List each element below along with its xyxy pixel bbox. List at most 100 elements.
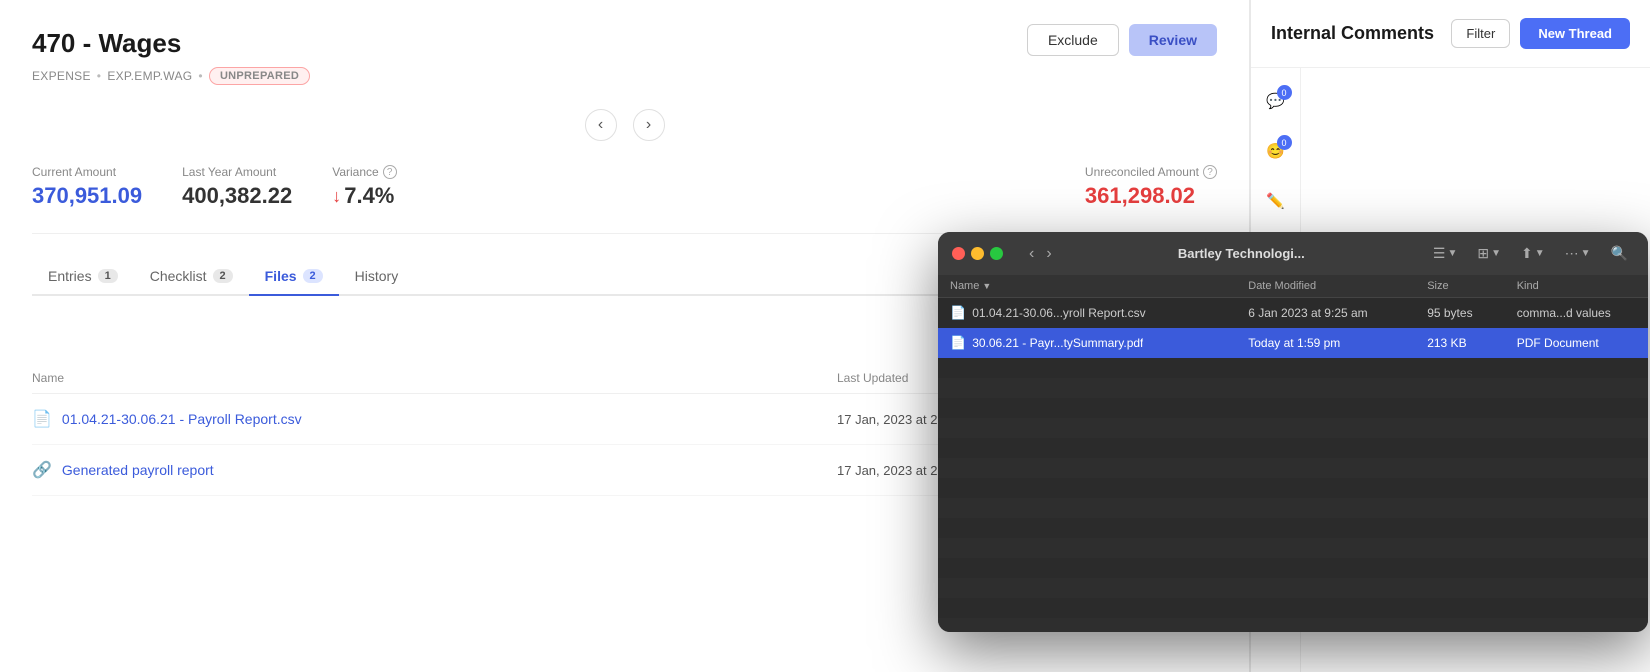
next-arrow[interactable]: › (633, 109, 665, 141)
finder-empty-row (938, 438, 1648, 458)
finder-empty-row (938, 418, 1648, 438)
unreconciled-value: 361,298.02 (1085, 183, 1217, 209)
prev-arrow[interactable]: ‹ (585, 109, 617, 141)
finder-empty-row (938, 378, 1648, 398)
finder-search-button[interactable]: 🔍 (1605, 242, 1634, 265)
finder-kind: comma...d values (1517, 306, 1636, 320)
finder-list-view-button[interactable]: ☰ ▼ (1427, 242, 1463, 265)
finder-toolbar-right: ☰ ▼ ⊞ ▼ ⬆ ▼ ⋯ ▼ 🔍 (1427, 242, 1634, 265)
entries-badge: 1 (98, 269, 118, 283)
finder-empty-row (938, 398, 1648, 418)
traffic-lights (952, 247, 1003, 260)
variance-arrow-icon: ↓ (332, 186, 341, 207)
nav-arrows: ‹ › (32, 109, 1217, 141)
finder-empty-row (938, 538, 1648, 558)
finder-file-name: 01.04.21-30.06...yroll Report.csv (972, 306, 1145, 320)
file-link[interactable]: Generated payroll report (62, 462, 214, 478)
variance-value: ↓ 7.4% (332, 183, 396, 209)
finder-row[interactable]: 📄 30.06.21 - Payr...tySummary.pdf Today … (938, 328, 1648, 358)
current-amount-label: Current Amount (32, 165, 142, 179)
finder-file-name: 30.06.21 - Payr...tySummary.pdf (972, 336, 1143, 350)
finder-size: 213 KB (1427, 336, 1516, 350)
breadcrumb: EXPENSE • EXP.EMP.WAG • Unprepared (32, 67, 1217, 85)
variance-help-icon[interactable]: ? (383, 165, 397, 179)
chevron-down-icon-2: ▼ (1491, 248, 1501, 259)
exclude-button[interactable]: Exclude (1027, 24, 1119, 56)
csv-file-icon: 📄 (950, 305, 966, 321)
tab-history[interactable]: History (339, 258, 415, 296)
finder-kind: PDF Document (1517, 336, 1636, 350)
unreconciled-label: Unreconciled Amount ? (1085, 165, 1217, 179)
tab-files[interactable]: Files 2 (249, 258, 339, 296)
finder-forward-button[interactable]: › (1042, 243, 1055, 265)
finder-empty-row (938, 518, 1648, 538)
file-name-cell: 🔗 Generated payroll report (32, 460, 837, 480)
finder-size: 95 bytes (1427, 306, 1516, 320)
internal-comments-title: Internal Comments (1271, 23, 1434, 44)
col-name-header[interactable]: Name ▼ (950, 280, 1248, 292)
file-link[interactable]: 01.04.21-30.06.21 - Payroll Report.csv (62, 411, 302, 427)
finder-file-name-cell: 📄 01.04.21-30.06...yroll Report.csv (950, 305, 1248, 321)
face-badge: 0 (1277, 135, 1292, 150)
col-kind-header[interactable]: Kind (1517, 280, 1636, 292)
pdf-file-icon: 📄 (950, 335, 966, 351)
finder-more-button[interactable]: ⋯ ▼ (1559, 242, 1597, 265)
sort-icon: ▼ (982, 281, 991, 291)
col-size-header[interactable]: Size (1427, 280, 1516, 292)
col-name: Name (32, 371, 837, 385)
status-badge: Unprepared (209, 67, 310, 85)
col-date-header[interactable]: Date Modified (1248, 280, 1427, 292)
finder-icon-view-button[interactable]: ⊞ ▼ (1471, 242, 1507, 265)
finder-title: Bartley Technologi... (1064, 246, 1419, 261)
share-icon: ⬆ (1521, 245, 1533, 262)
finder-empty-row (938, 618, 1648, 632)
finder-empty-row (938, 478, 1648, 498)
filter-button[interactable]: Filter (1451, 19, 1510, 48)
fullscreen-traffic-light[interactable] (990, 247, 1003, 260)
checklist-badge: 2 (213, 269, 233, 283)
breadcrumb-dot1: • (97, 69, 102, 83)
finder-titlebar: ‹ › Bartley Technologi... ☰ ▼ ⊞ ▼ ⬆ ▼ ⋯ … (938, 232, 1648, 275)
finder-date: 6 Jan 2023 at 9:25 am (1248, 306, 1427, 320)
close-traffic-light[interactable] (952, 247, 965, 260)
finder-row[interactable]: 📄 01.04.21-30.06...yroll Report.csv 6 Ja… (938, 298, 1648, 328)
review-button[interactable]: Review (1129, 24, 1217, 56)
list-view-icon: ☰ (1433, 245, 1446, 262)
pencil-icon: ✏️ (1266, 192, 1285, 210)
finder-empty-row (938, 458, 1648, 478)
chevron-down-icon-4: ▼ (1581, 248, 1591, 259)
finder-share-button[interactable]: ⬆ ▼ (1515, 242, 1551, 265)
tab-checklist[interactable]: Checklist 2 (134, 258, 249, 296)
tab-entries[interactable]: Entries 1 (32, 258, 134, 296)
chat-badge: 0 (1277, 85, 1292, 100)
pencil-icon-button[interactable]: ✏️ (1259, 184, 1293, 218)
current-amount-value: 370,951.09 (32, 183, 142, 209)
minimize-traffic-light[interactable] (971, 247, 984, 260)
face-icon-button[interactable]: 😊 0 (1259, 134, 1293, 168)
finder-empty-row (938, 358, 1648, 378)
finder-date: Today at 1:59 pm (1248, 336, 1427, 350)
finder-empty-row (938, 598, 1648, 618)
variance-metric: Variance ? ↓ 7.4% (332, 165, 396, 209)
breadcrumb-dot2: • (198, 69, 203, 83)
breadcrumb-code: EXP.EMP.WAG (107, 69, 192, 83)
unreconciled-help-icon[interactable]: ? (1203, 165, 1217, 179)
more-icon: ⋯ (1565, 245, 1579, 262)
chat-icon-button[interactable]: 💬 0 (1259, 84, 1293, 118)
search-icon: 🔍 (1611, 245, 1628, 262)
finder-empty-row (938, 578, 1648, 598)
finder-window: ‹ › Bartley Technologi... ☰ ▼ ⊞ ▼ ⬆ ▼ ⋯ … (938, 232, 1648, 632)
new-thread-button[interactable]: New Thread (1520, 18, 1630, 49)
variance-label: Variance ? (332, 165, 396, 179)
header-actions: Filter New Thread (1451, 18, 1630, 49)
grid-view-icon: ⊞ (1477, 245, 1489, 262)
metrics: Current Amount 370,951.09 Last Year Amou… (32, 165, 1217, 234)
finder-back-button[interactable]: ‹ (1025, 243, 1038, 265)
last-year-label: Last Year Amount (182, 165, 292, 179)
last-year-metric: Last Year Amount 400,382.22 (182, 165, 292, 209)
file-doc-icon: 📄 (32, 409, 52, 429)
finder-file-name-cell: 📄 30.06.21 - Payr...tySummary.pdf (950, 335, 1248, 351)
chevron-down-icon: ▼ (1447, 248, 1457, 259)
chevron-down-icon-3: ▼ (1535, 248, 1545, 259)
top-actions: Exclude Review (1027, 24, 1217, 56)
